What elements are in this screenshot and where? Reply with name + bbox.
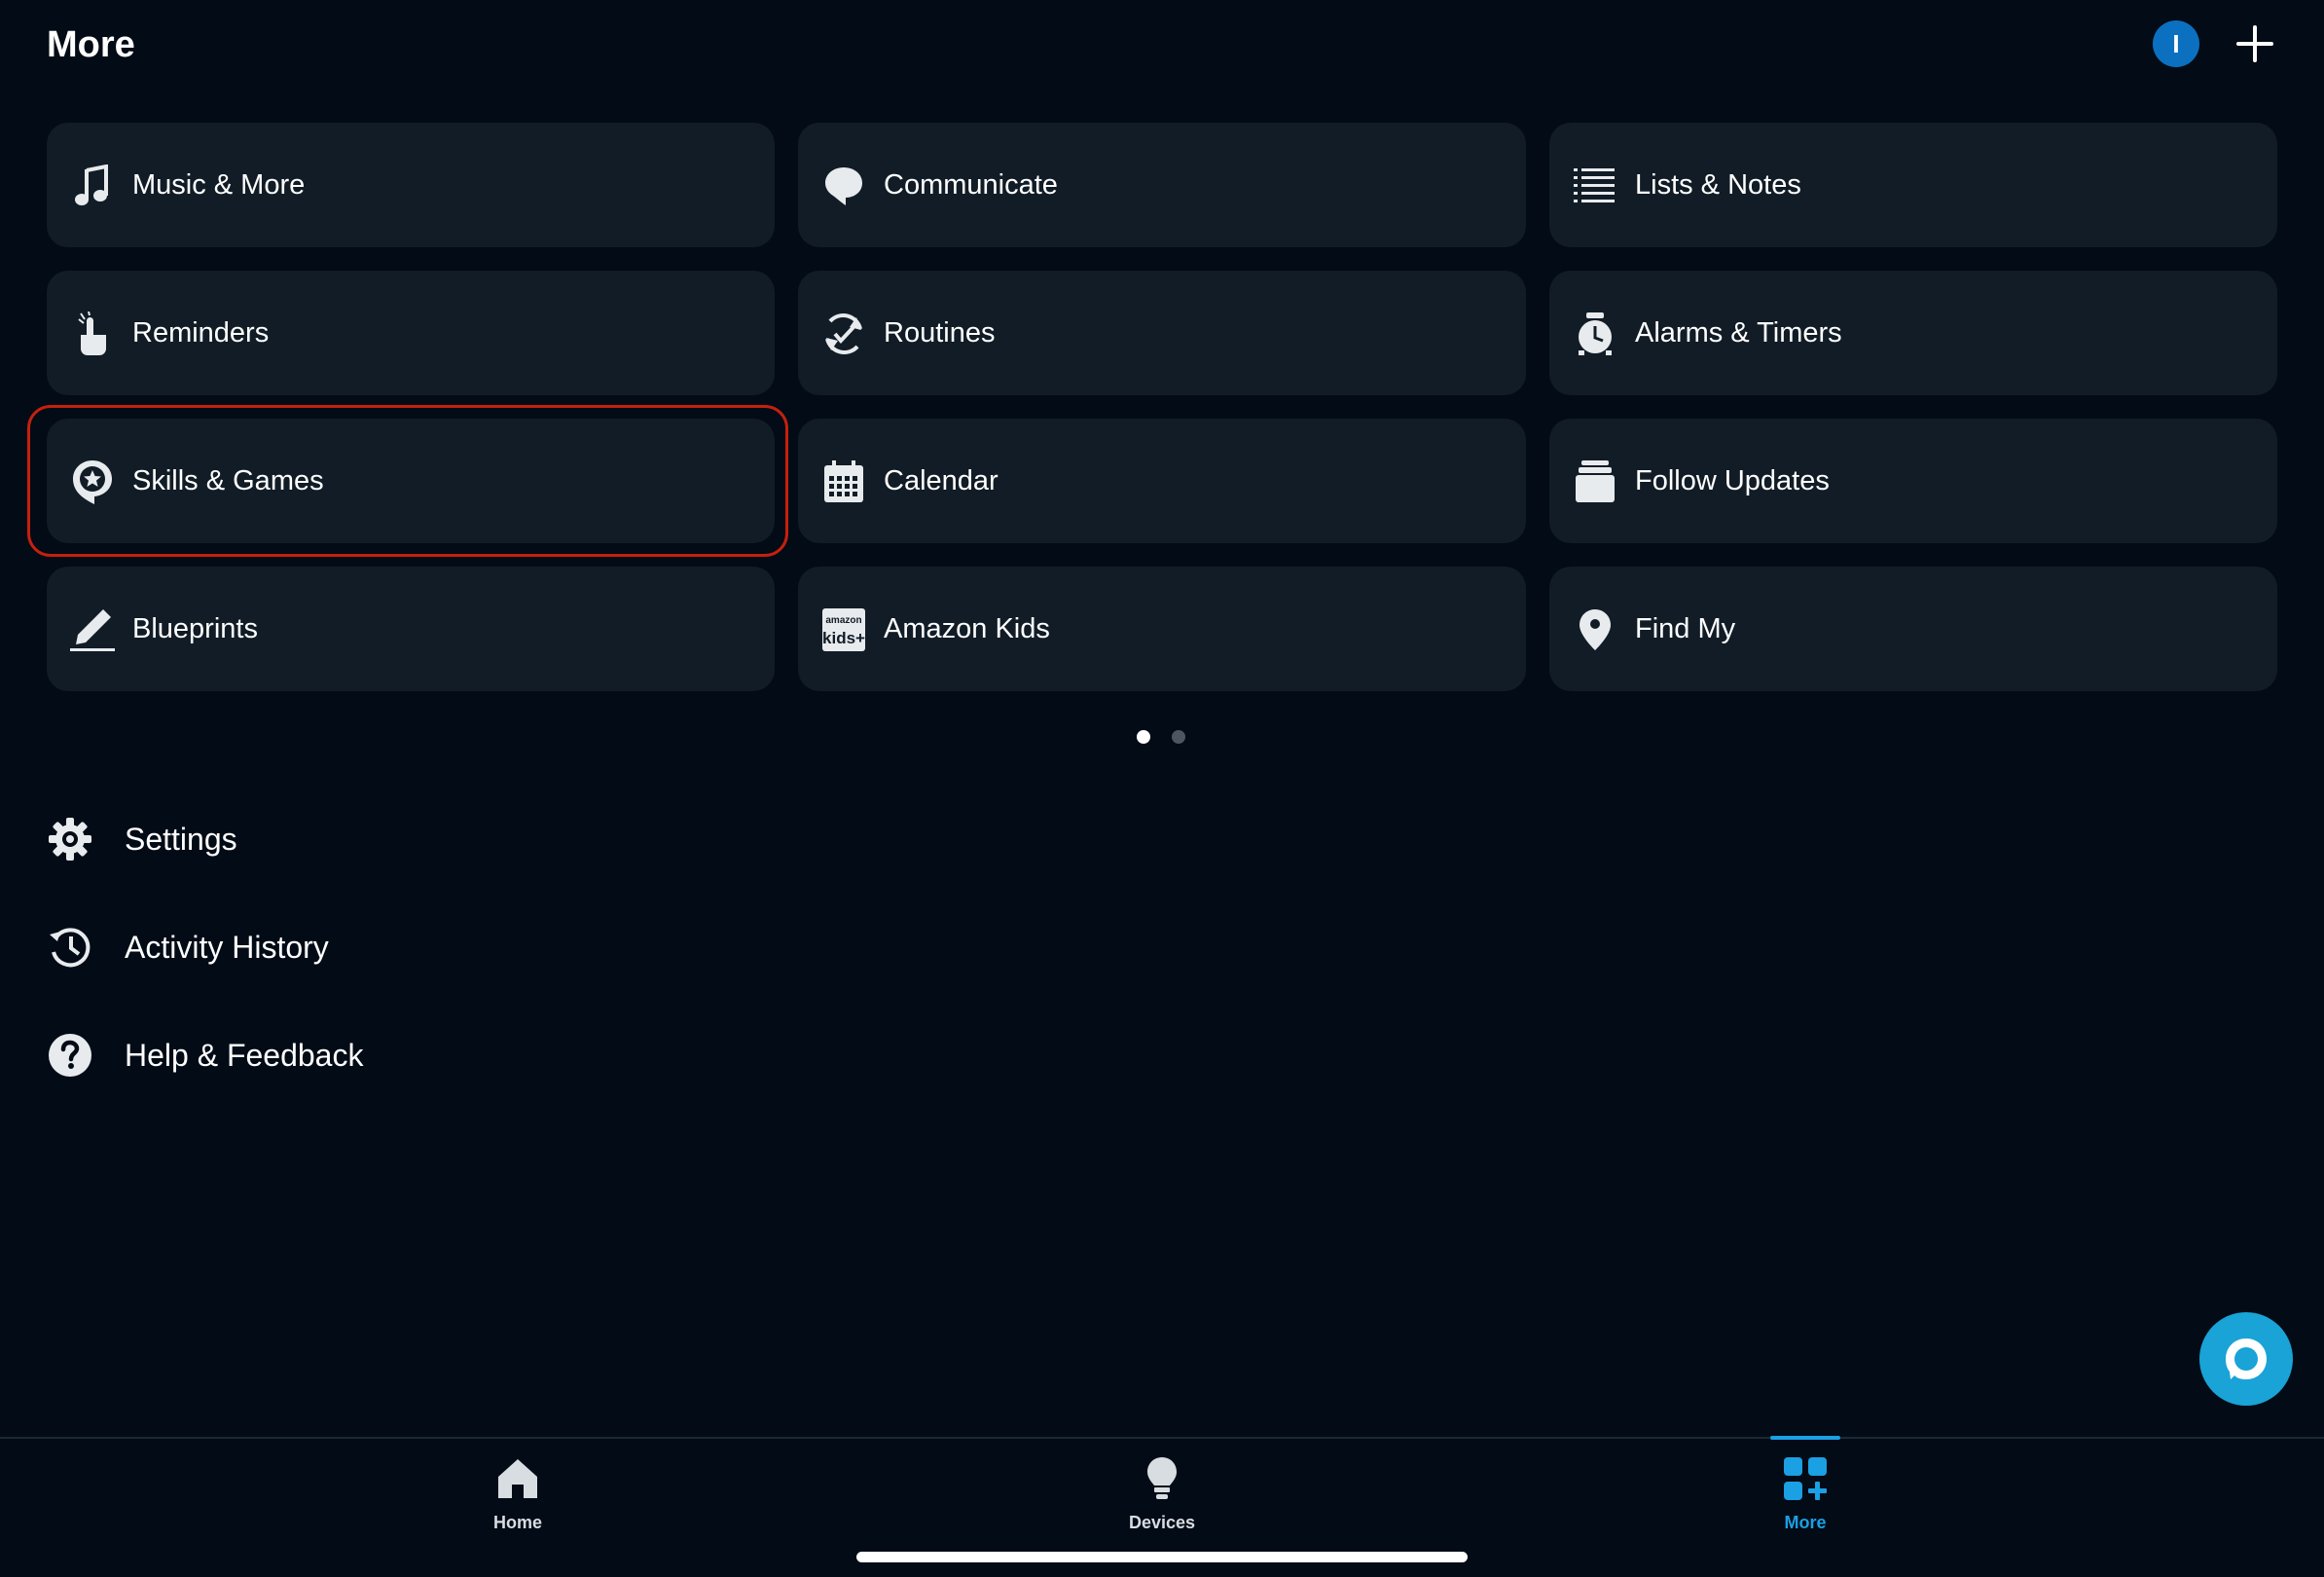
nav-item-more[interactable]: More [1708,1436,1903,1546]
alexa-ring-icon [2226,1339,2267,1379]
nav-item-home[interactable]: Home [420,1439,615,1546]
menu-item-settings[interactable]: Settings [47,810,237,868]
tile-label: Follow Updates [1635,465,1830,496]
location-pin-icon [1573,607,1617,652]
menu-label: Help & Feedback [125,1037,364,1073]
tile-amazon-kids[interactable]: amazon kids+ Amazon Kids [798,567,1526,691]
alarm-clock-icon [1573,312,1617,356]
lightbulb-icon [1136,1452,1188,1505]
tile-reminders[interactable]: Reminders [47,271,775,395]
tile-blueprints[interactable]: Blueprints [47,567,775,691]
more-grid-icon [1779,1452,1832,1505]
stacked-cards-icon [1573,459,1617,504]
routine-check-icon [821,312,866,356]
tile-label: Skills & Games [132,465,324,496]
menu-item-activity-history[interactable]: Activity History [47,918,329,976]
feature-tiles-grid: Music & More Communicate Lists & Notes R… [27,123,2277,691]
page-indicator [1137,730,1185,744]
page-dot-1[interactable] [1137,730,1150,744]
history-clock-icon [47,924,93,971]
tile-alarms-and-timers[interactable]: Alarms & Timers [1549,271,2277,395]
amazon-kids-logo-icon: amazon kids+ [821,607,866,652]
page-dot-2[interactable] [1172,730,1185,744]
tile-find-my[interactable]: Find My [1549,567,2277,691]
tile-label: Amazon Kids [884,613,1050,644]
tile-communicate[interactable]: Communicate [798,123,1526,247]
skill-star-bubble-icon [70,459,115,504]
tile-music-and-more[interactable]: Music & More [47,123,775,247]
gear-icon [47,816,93,862]
nav-item-devices[interactable]: Devices [1065,1439,1259,1546]
home-icon [491,1452,544,1505]
nav-label: More [1784,1513,1827,1532]
music-note-icon [70,164,115,208]
tile-label: Routines [884,317,996,348]
alexa-voice-button[interactable] [2199,1312,2293,1406]
help-question-icon [47,1032,93,1079]
tile-label: Communicate [884,169,1058,201]
tile-label: Reminders [132,317,270,348]
tile-label: Alarms & Timers [1635,317,1842,348]
tile-label: Lists & Notes [1635,169,1801,201]
pencil-icon [70,607,115,652]
home-indicator-bar[interactable] [856,1552,1468,1562]
tile-follow-updates[interactable]: Follow Updates [1549,419,2277,543]
tile-lists-and-notes[interactable]: Lists & Notes [1549,123,2277,247]
svg-text:amazon: amazon [825,615,861,626]
calendar-icon [821,459,866,504]
nav-label: Devices [1128,1513,1196,1532]
plus-icon [2236,25,2273,62]
more-page: More I Music & More Communicate Lists & … [0,0,2324,1577]
list-icon [1573,164,1617,208]
tile-label: Calendar [884,465,999,496]
menu-label: Activity History [125,929,329,965]
tile-label: Blueprints [132,613,258,644]
nav-label: Home [492,1513,542,1532]
reminder-hand-icon [70,312,115,356]
page-title: More [47,24,135,65]
tile-calendar[interactable]: Calendar [798,419,1526,543]
add-button[interactable] [2231,19,2279,68]
svg-text:kids+: kids+ [822,629,865,647]
active-tab-indicator [1770,1436,1840,1440]
tile-label: Find My [1635,613,1736,644]
tile-skills-and-games[interactable]: Skills & Games [27,405,788,557]
tile-routines[interactable]: Routines [798,271,1526,395]
avatar[interactable]: I [2153,20,2199,67]
menu-item-help-and-feedback[interactable]: Help & Feedback [47,1026,363,1084]
tile-label: Music & More [132,169,306,201]
menu-label: Settings [125,821,237,857]
speech-bubble-icon [821,164,866,208]
